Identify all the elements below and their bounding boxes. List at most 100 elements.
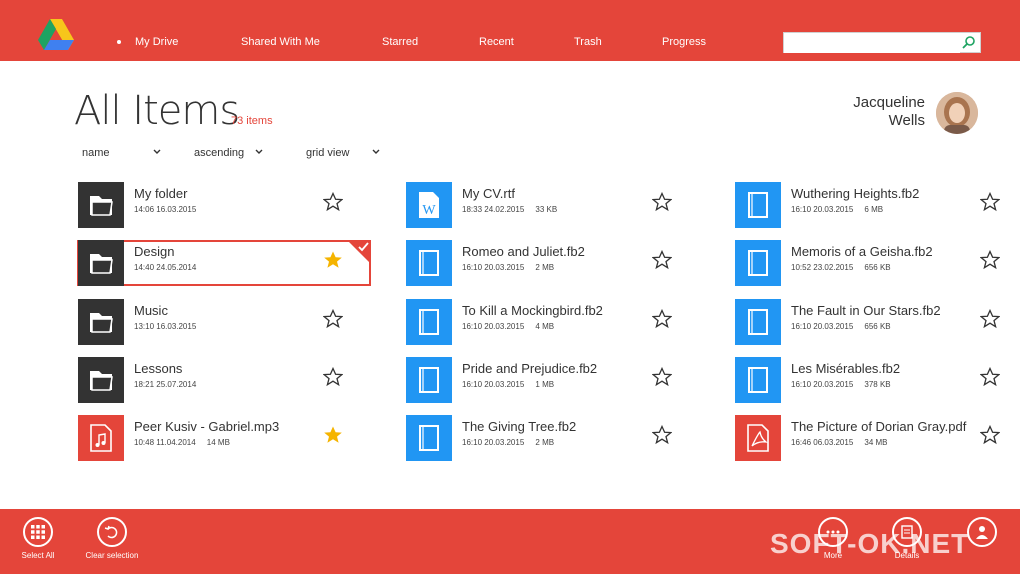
file-name: My CV.rtf xyxy=(462,186,515,201)
file-item[interactable]: The Picture of Dorian Gray.pdf 16:46 06.0… xyxy=(735,415,1020,463)
star-outline-icon[interactable] xyxy=(323,192,343,212)
folder-icon xyxy=(78,240,124,286)
active-nav-indicator xyxy=(117,40,121,44)
file-item[interactable]: To Kill a Mockingbird.fb2 16:10 20.03.201… xyxy=(406,299,696,347)
file-item[interactable]: Pride and Prejudice.fb2 16:10 20.03.2015 … xyxy=(406,357,696,405)
search-icon[interactable] xyxy=(960,34,978,52)
page-title: All Items xyxy=(74,88,240,134)
chevron-down-icon xyxy=(153,149,161,154)
user-name[interactable]: Jacqueline Wells xyxy=(853,94,925,130)
star-outline-icon[interactable] xyxy=(652,192,672,212)
star-filled-icon[interactable] xyxy=(323,425,343,445)
pdf-icon xyxy=(735,415,781,461)
file-meta: 16:10 20.03.2015 656 KB xyxy=(791,322,891,331)
file-name: The Fault in Our Stars.fb2 xyxy=(791,303,941,318)
nav-recent[interactable]: Recent xyxy=(479,36,514,48)
file-meta: 14:40 24.05.2014 xyxy=(134,263,197,272)
book-icon xyxy=(735,240,781,286)
file-item[interactable]: Wuthering Heights.fb2 16:10 20.03.2015 6 … xyxy=(735,182,1020,230)
file-item[interactable]: My folder 14:06 16.03.2015 xyxy=(78,182,368,230)
clear-selection-label: Clear selection xyxy=(85,551,139,560)
file-item[interactable]: The Giving Tree.fb2 16:10 20.03.2015 2 MB xyxy=(406,415,696,463)
star-outline-icon[interactable] xyxy=(652,425,672,445)
nav-starred[interactable]: Starred xyxy=(382,36,418,48)
user-icon xyxy=(976,526,988,539)
chevron-down-icon xyxy=(372,149,380,154)
sort-field-label: name xyxy=(82,147,110,159)
star-outline-icon[interactable] xyxy=(980,309,1000,329)
star-outline-icon[interactable] xyxy=(980,192,1000,212)
file-name: The Giving Tree.fb2 xyxy=(462,419,577,434)
file-meta: 16:10 20.03.2015 1 MB xyxy=(462,380,555,389)
file-meta: 18:21 25.07.2014 xyxy=(134,380,197,389)
file-meta: 10:48 11.04.2014 14 MB xyxy=(134,438,230,447)
file-item[interactable]: Les Misérables.fb2 16:10 20.03.2015 378 K… xyxy=(735,357,1020,405)
drive-logo-icon[interactable] xyxy=(38,18,76,50)
star-outline-icon[interactable] xyxy=(980,367,1000,387)
watermark: SOFT-OK.NET xyxy=(770,528,970,559)
item-count: 73 items xyxy=(231,115,273,127)
nav-my-drive[interactable]: My Drive xyxy=(135,36,178,48)
star-outline-icon[interactable] xyxy=(652,250,672,270)
sort-field-dropdown[interactable]: name xyxy=(82,147,162,159)
avatar[interactable] xyxy=(936,92,978,134)
file-meta: 18:33 24.02.2015 33 KB xyxy=(462,205,558,214)
file-meta: 14:06 16.03.2015 xyxy=(134,205,197,214)
file-item[interactable]: Design 14:40 24.05.2014 xyxy=(78,240,368,288)
svg-text:W: W xyxy=(422,203,436,218)
folder-icon xyxy=(78,299,124,345)
select-all-label: Select All xyxy=(21,551,55,560)
star-outline-icon[interactable] xyxy=(652,367,672,387)
book-icon xyxy=(735,357,781,403)
file-name: Memoris of a Geisha.fb2 xyxy=(791,244,933,259)
search-box xyxy=(783,32,981,53)
file-name: Design xyxy=(134,244,175,259)
star-outline-icon[interactable] xyxy=(652,309,672,329)
book-icon xyxy=(406,415,452,461)
file-item[interactable]: Romeo and Juliet.fb2 16:10 20.03.2015 2 M… xyxy=(406,240,696,288)
nav-trash[interactable]: Trash xyxy=(574,36,602,48)
file-meta: 10:52 23.02.2015 656 KB xyxy=(791,263,891,272)
view-mode-dropdown[interactable]: grid view xyxy=(306,147,386,159)
file-item[interactable]: Peer Kusiv - Gabriel.mp3 10:48 11.04.2014… xyxy=(78,415,368,463)
file-name: The Picture of Dorian Gray.pdf xyxy=(791,419,967,434)
user-last-name: Wells xyxy=(888,112,925,129)
file-name: Pride and Prejudice.fb2 xyxy=(462,361,598,376)
select-all-button[interactable]: Select All xyxy=(3,517,73,560)
book-icon xyxy=(406,357,452,403)
file-name: Romeo and Juliet.fb2 xyxy=(462,244,585,259)
file-item[interactable]: Lessons 18:21 25.07.2014 xyxy=(78,357,368,405)
undo-icon xyxy=(104,525,118,539)
avatar-photo-icon xyxy=(936,92,978,134)
top-app-bar: My Drive Shared With Me Starred Recent T… xyxy=(0,0,1020,61)
search-input[interactable] xyxy=(784,33,960,53)
sort-order-label: ascending xyxy=(194,147,245,159)
file-meta: 16:10 20.03.2015 4 MB xyxy=(462,322,555,331)
book-icon xyxy=(406,299,452,345)
nav-shared-with-me[interactable]: Shared With Me xyxy=(241,36,320,48)
file-name: Music xyxy=(134,303,168,318)
file-name: Lessons xyxy=(134,361,183,376)
grid-icon xyxy=(31,525,45,539)
file-meta: 16:10 20.03.2015 378 KB xyxy=(791,380,891,389)
file-item[interactable]: The Fault in Our Stars.fb2 16:10 20.03.20… xyxy=(735,299,1020,347)
file-item[interactable]: Music 13:10 16.03.2015 xyxy=(78,299,368,347)
folder-icon xyxy=(78,357,124,403)
file-item[interactable]: W My CV.rtf 18:33 24.02.2015 33 KB xyxy=(406,182,696,230)
star-outline-icon[interactable] xyxy=(323,309,343,329)
file-item[interactable]: Memoris of a Geisha.fb2 10:52 23.02.2015 … xyxy=(735,240,1020,288)
music-icon xyxy=(78,415,124,461)
star-outline-icon[interactable] xyxy=(323,367,343,387)
file-name: To Kill a Mockingbird.fb2 xyxy=(462,303,603,318)
nav-progress[interactable]: Progress xyxy=(662,36,706,48)
book-icon xyxy=(735,182,781,228)
file-meta: 16:10 20.03.2015 2 MB xyxy=(462,263,555,272)
star-outline-icon[interactable] xyxy=(980,425,1000,445)
star-filled-icon[interactable] xyxy=(323,250,343,270)
book-icon xyxy=(735,299,781,345)
sort-order-dropdown[interactable]: ascending xyxy=(194,147,266,159)
clear-selection-button[interactable]: Clear selection xyxy=(77,517,147,560)
folder-icon xyxy=(78,182,124,228)
star-outline-icon[interactable] xyxy=(980,250,1000,270)
file-meta: 13:10 16.03.2015 xyxy=(134,322,197,331)
